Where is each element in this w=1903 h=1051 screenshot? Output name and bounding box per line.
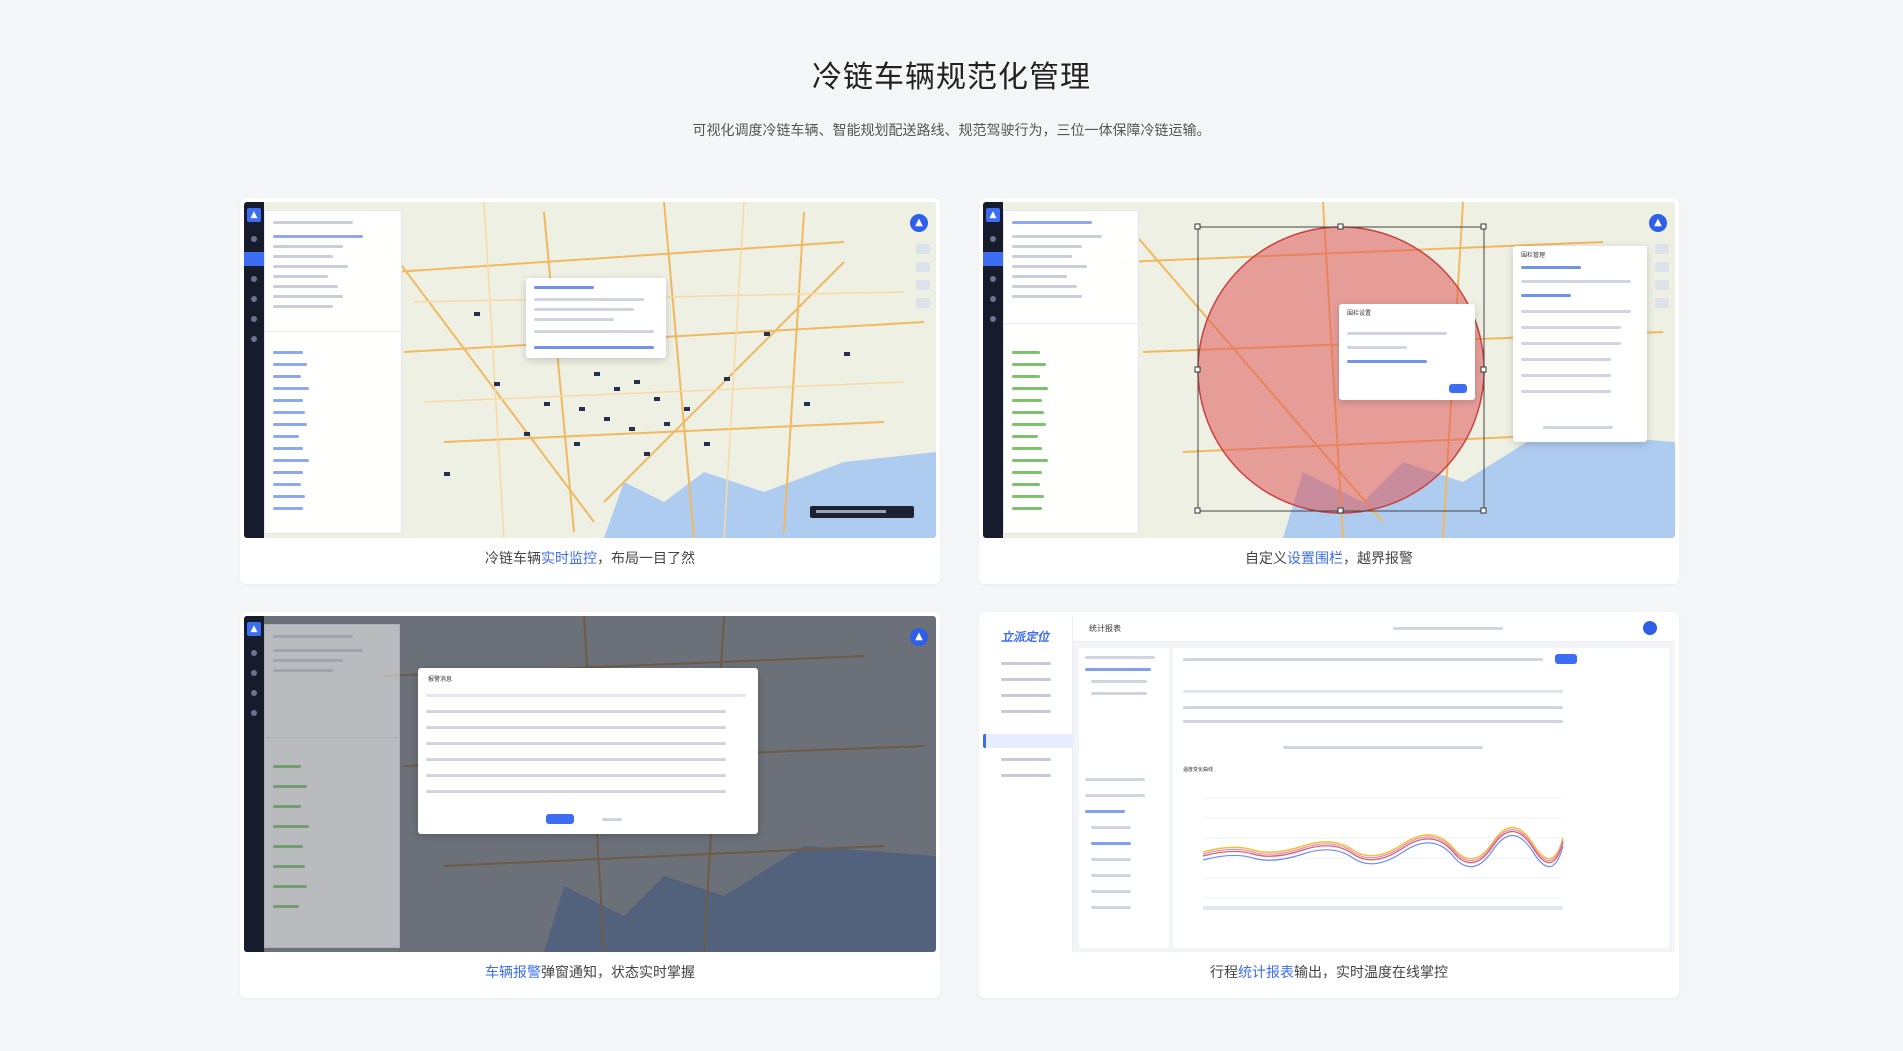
- vehicle-list-panel: [264, 210, 402, 534]
- vehicle-list-panel: [264, 624, 400, 948]
- nav-item[interactable]: [251, 276, 257, 282]
- vehicle-list-panel: [1003, 210, 1139, 534]
- temperature-chart: [1202, 797, 1564, 910]
- alarm-message-dialog: 报警消息: [418, 668, 758, 834]
- fence-dialog-title: 围栏设置: [1347, 310, 1372, 317]
- nav-item[interactable]: [251, 316, 257, 322]
- report-main: 温度变化曲线: [1173, 648, 1669, 948]
- query-button[interactable]: [1555, 654, 1577, 664]
- map-toolbar[interactable]: [1655, 244, 1669, 316]
- menu-item-active[interactable]: [983, 734, 1073, 748]
- menu-item[interactable]: [1001, 774, 1051, 777]
- nav-item[interactable]: [251, 710, 257, 716]
- feature-card-alarm: ▲ 报警消息 ▲ 车辆报警弹窗通知，状态实时掌握: [240, 612, 940, 998]
- user-avatar[interactable]: [1643, 621, 1657, 635]
- alarm-dialog-title: 报警消息: [428, 676, 453, 683]
- nav-item[interactable]: [251, 236, 257, 242]
- nav-item[interactable]: [990, 296, 996, 302]
- nav-sidebar: ▲: [244, 616, 264, 952]
- nav-item[interactable]: [251, 296, 257, 302]
- card-caption: 行程统计报表输出，实时温度在线掌控: [1210, 965, 1448, 981]
- map-view[interactable]: ▲ 报警消息 ▲: [244, 616, 936, 952]
- brand-badge-icon: ▲: [1649, 214, 1667, 232]
- nav-item[interactable]: [990, 236, 996, 242]
- card-caption: 车辆报警弹窗通知，状态实时掌握: [485, 965, 695, 981]
- report-sidebar: 立派定位: [983, 616, 1073, 952]
- nav-sidebar: ▲: [983, 202, 1003, 538]
- vehicle-tree: [1079, 648, 1169, 948]
- feature-card-report: 立派定位 统计报表 温度变化曲线 行程统计报表输出，实时温度在线掌控: [979, 612, 1679, 998]
- nav-item[interactable]: [990, 276, 996, 282]
- nav-item[interactable]: [251, 336, 257, 342]
- confirm-button[interactable]: [1449, 384, 1467, 393]
- geofence-screenshot: ▲ 围栏设置 围栏管理 ▲: [983, 202, 1675, 538]
- nav-item[interactable]: [251, 670, 257, 676]
- caption-highlight: 统计报表: [1238, 965, 1294, 981]
- fence-management-panel: 围栏管理: [1513, 246, 1647, 442]
- caption-highlight: 实时监控: [541, 551, 597, 567]
- fence-settings-dialog: 围栏设置: [1339, 304, 1475, 400]
- alarm-screenshot: ▲ 报警消息 ▲: [244, 616, 936, 952]
- nav-item[interactable]: [990, 316, 996, 322]
- report-screenshot: 立派定位 统计报表 温度变化曲线: [983, 616, 1675, 952]
- nav-item-active[interactable]: [244, 252, 264, 266]
- chart-title: 温度变化曲线: [1183, 767, 1214, 773]
- menu-item[interactable]: [1001, 694, 1051, 697]
- report-brand: 立派定位: [1001, 630, 1050, 644]
- nav-item[interactable]: [251, 690, 257, 696]
- app-logo-icon: ▲: [247, 208, 261, 222]
- card-caption: 冷链车辆实时监控，布局一目了然: [485, 551, 695, 567]
- report-header-title: 统计报表: [1089, 624, 1121, 633]
- caption-highlight: 设置围栏: [1287, 551, 1343, 567]
- fence-panel-title: 围栏管理: [1521, 252, 1546, 259]
- menu-item[interactable]: [1001, 758, 1051, 761]
- alarm-confirm-button[interactable]: [546, 814, 574, 824]
- brand-badge-icon: ▲: [910, 628, 928, 646]
- nav-item[interactable]: [251, 650, 257, 656]
- nav-item-active[interactable]: [983, 252, 1003, 266]
- brand-badge-icon: ▲: [910, 214, 928, 232]
- map-view[interactable]: ▲: [244, 202, 936, 538]
- map-toolbar[interactable]: [916, 244, 930, 316]
- app-logo-icon: ▲: [247, 622, 261, 636]
- report-header-bar: 统计报表: [1073, 616, 1675, 642]
- app-logo-icon: ▲: [986, 208, 1000, 222]
- alarm-toast[interactable]: [810, 506, 914, 518]
- feature-card-geofence: ▲ 围栏设置 围栏管理 ▲ 自定义设置围栏，越界报警: [979, 198, 1679, 584]
- feature-card-monitoring: ▲ ▲ 冷链车辆实时监控，布局一目了然: [240, 198, 940, 584]
- card-caption: 自定义设置围栏，越界报警: [1245, 551, 1413, 567]
- page-subtitle: 可视化调度冷链车辆、智能规划配送路线、规范驾驶行为，三位一体保障冷链运输。: [692, 123, 1211, 139]
- caption-highlight: 车辆报警: [485, 965, 541, 981]
- menu-item[interactable]: [1001, 710, 1051, 713]
- report-view: 立派定位 统计报表 温度变化曲线: [983, 616, 1675, 952]
- menu-item[interactable]: [1001, 662, 1051, 665]
- monitoring-screenshot: ▲ ▲: [244, 202, 936, 538]
- page-title: 冷链车辆规范化管理: [812, 60, 1091, 95]
- vehicle-info-popup: [526, 278, 666, 358]
- map-view[interactable]: ▲: [983, 202, 1675, 538]
- nav-sidebar: ▲: [244, 202, 264, 538]
- menu-item[interactable]: [1001, 678, 1051, 681]
